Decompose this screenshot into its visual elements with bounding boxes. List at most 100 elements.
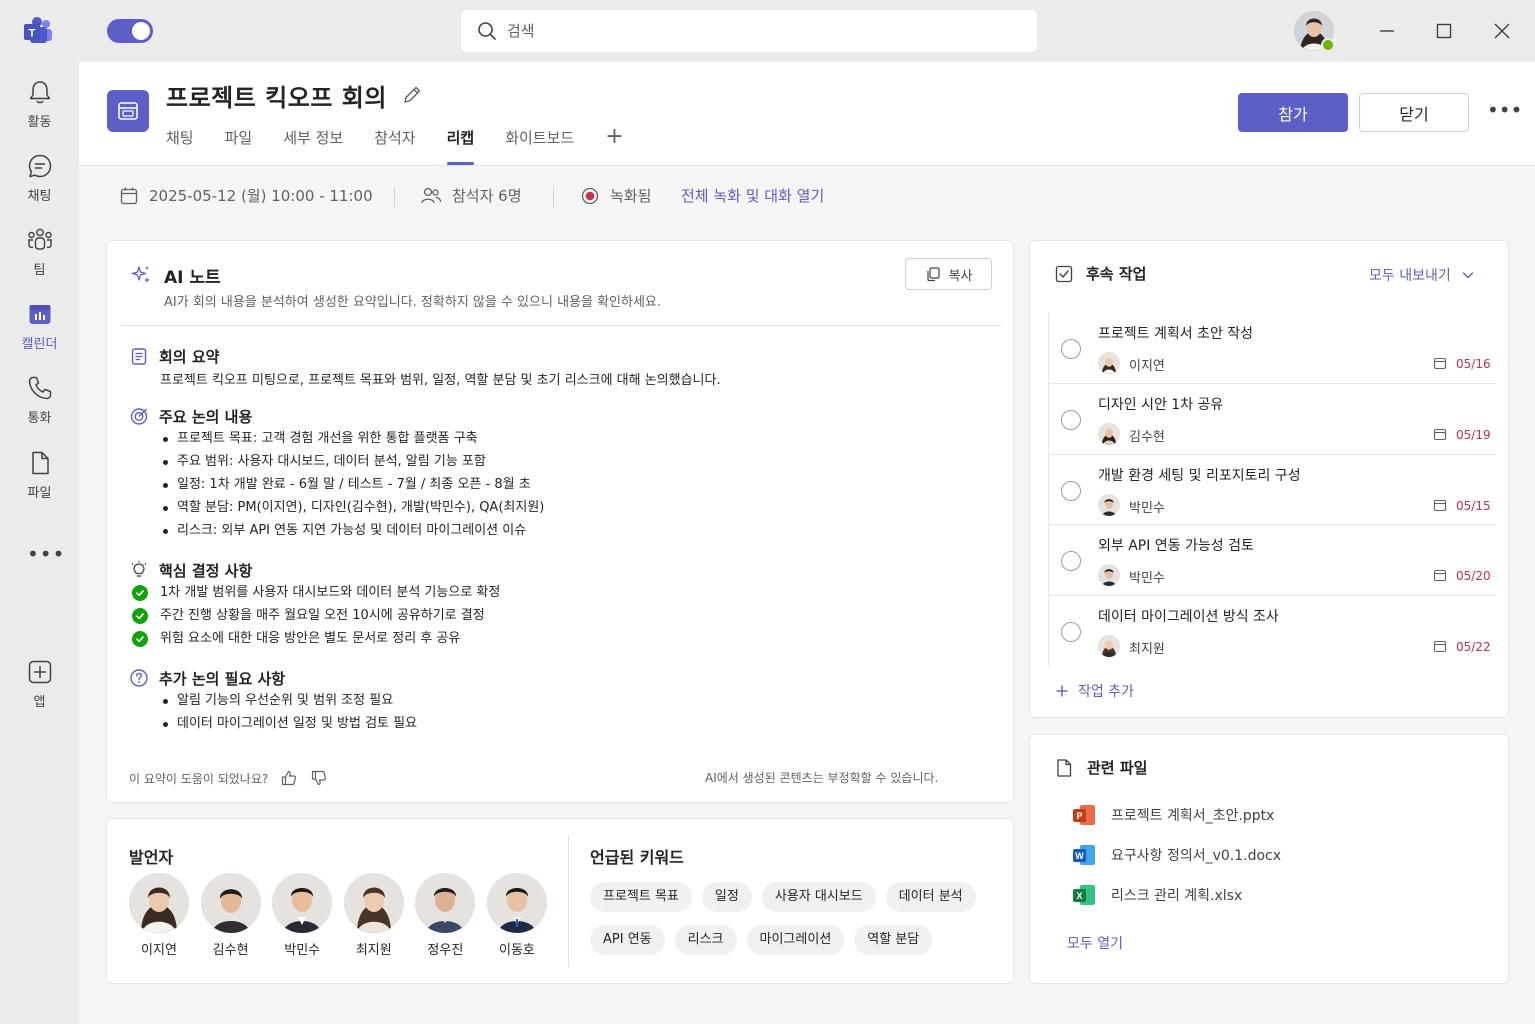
rail-item-teams[interactable]: 팀 (0, 226, 79, 290)
due-date-icon (1433, 639, 1447, 653)
open-all-link[interactable]: 모두 열기 (1067, 933, 1123, 953)
speaker-item[interactable]: 이동호 (486, 873, 547, 958)
speaker-item[interactable]: 이지연 (129, 873, 189, 958)
rail-label: 활동 (27, 115, 52, 130)
rail-label: 파일 (27, 486, 52, 501)
chevron-down-icon (1462, 272, 1473, 279)
svg-text:X: X (1076, 891, 1082, 901)
copy-icon (926, 267, 940, 282)
thumbs-up-icon[interactable] (280, 769, 298, 787)
minimize-icon[interactable] (1375, 19, 1399, 43)
speaker-item[interactable]: 최지원 (343, 873, 404, 958)
followup-list: 알림 기능의 우선순위 및 범위 조정 필요 데이터 마이그레이션 일정 및 방… (160, 689, 417, 735)
list-item: 일정: 1차 개발 완료 - 6월 말 / 테스트 - 7월 / 최종 오픈 -… (160, 473, 544, 496)
copy-button[interactable]: 복사 (905, 258, 992, 290)
keyword-chip[interactable]: 데이터 분석 (885, 882, 976, 912)
file-item[interactable]: X 리스크 관리 계획.xlsx (1072, 884, 1242, 906)
list-item: 주요 범위: 사용자 대시보드, 데이터 분석, 알림 기능 포함 (160, 450, 544, 473)
task-complete-checkbox[interactable] (1061, 409, 1081, 430)
file-item[interactable]: W 요구사항 정의서_v0.1.docx (1072, 844, 1281, 866)
lightbulb-icon (131, 560, 147, 577)
speaker-item[interactable]: 박민수 (272, 873, 333, 958)
follow-up-tasks-card: 후속 작업 모두 내보내기 프로젝트 계획서 초안 작성 이지연 05/16 디… (1029, 240, 1509, 718)
maximize-icon[interactable] (1432, 19, 1456, 43)
tab-recap[interactable]: 리캡 (446, 126, 474, 166)
avatar (343, 873, 404, 933)
keyword-chip[interactable]: 리스크 (674, 925, 737, 955)
meeting-header: 프로젝트 킥오프 회의 채팅 파일 세부 정보 참석자 리캡 화이트보드 + 참… (79, 62, 1535, 166)
add-task-button[interactable]: 작업 추가 (1055, 681, 1134, 701)
main-content: 프로젝트 킥오프 회의 채팅 파일 세부 정보 참석자 리캡 화이트보드 + 참… (79, 62, 1535, 1024)
task-item[interactable]: 디자인 시안 1차 공유 김수현 05/19 (1049, 384, 1496, 455)
rail-item-calls[interactable]: 통화 (0, 374, 79, 438)
task-item[interactable]: 데이터 마이그레이션 방식 조사 최지원 05/22 (1049, 596, 1496, 667)
task-complete-checkbox[interactable] (1061, 339, 1081, 359)
decision-text: 1차 개발 범위를 사용자 대시보드와 데이터 분석 기능으로 확정 (160, 585, 501, 600)
search-box[interactable] (461, 10, 1037, 52)
avatar (1098, 352, 1120, 374)
add-tab-icon[interactable]: + (605, 126, 623, 166)
rail-item-activity[interactable]: 활동 (0, 78, 79, 142)
close-window-icon[interactable] (1490, 19, 1514, 43)
search-input[interactable] (507, 18, 1007, 44)
keyword-chip[interactable]: 사용자 대시보드 (761, 882, 876, 912)
speaker-name: 이동호 (499, 943, 535, 958)
theme-toggle[interactable] (107, 19, 153, 43)
more-options-icon[interactable]: ••• (1487, 98, 1522, 122)
list-item: 역할 분담: PM(이지연), 디자인(김수현), 개발(박민수), QA(최지… (160, 496, 544, 519)
task-complete-checkbox[interactable] (1061, 622, 1081, 643)
task-due-date: 05/19 (1456, 427, 1491, 442)
tab-attendees[interactable]: 참석자 (374, 126, 415, 166)
ai-notes-subtitle: AI가 회의 내용을 분석하여 생성한 요약입니다. 정확하지 않을 수 있으니… (164, 295, 662, 310)
feedback-row: 이 요약이 도움이 되었나요? (129, 769, 328, 787)
tab-chat[interactable]: 채팅 (166, 126, 194, 166)
meeting-tabs: 채팅 파일 세부 정보 참석자 리캡 화이트보드 + (166, 126, 655, 166)
check-circle-icon (132, 607, 148, 624)
rail-item-files[interactable]: 파일 (0, 449, 79, 513)
join-button[interactable]: 참가 (1238, 93, 1348, 132)
rail-item-chat[interactable]: 채팅 (0, 152, 79, 216)
file-item[interactable]: P 프로젝트 계획서_초안.pptx (1072, 804, 1274, 826)
open-recording-link[interactable]: 전체 녹화 및 대화 열기 (681, 185, 824, 206)
decisions-list: 1차 개발 범위를 사용자 대시보드와 데이터 분석 기능으로 확정 주간 진행… (132, 581, 500, 650)
keyword-chip[interactable]: 마이그레이션 (746, 925, 845, 955)
task-item[interactable]: 외부 API 연동 가능성 검토 박민수 05/20 (1049, 525, 1496, 597)
tab-files[interactable]: 파일 (225, 126, 253, 166)
list-item: 리스크: 외부 API 연동 지연 가능성 및 데이터 마이그레이션 이슈 (160, 519, 544, 542)
keyword-chip[interactable]: 프로젝트 목표 (590, 882, 692, 912)
keyword-chip[interactable]: 역할 분담 (854, 925, 933, 955)
speaker-item[interactable]: 김수현 (200, 873, 261, 958)
thumbs-down-icon[interactable] (310, 769, 328, 787)
rail-more-icon[interactable]: ••• (27, 542, 65, 566)
task-complete-checkbox[interactable] (1061, 480, 1081, 501)
keyword-chip[interactable]: 일정 (701, 882, 752, 912)
task-name: 외부 API 연동 가능성 검토 (1098, 538, 1254, 555)
teams-logo-icon: T (22, 16, 54, 46)
task-item[interactable]: 프로젝트 계획서 초안 작성 이지연 05/16 (1049, 313, 1496, 384)
tab-whiteboard[interactable]: 화이트보드 (505, 126, 574, 166)
rail-item-calendar[interactable]: 캘린더 (0, 300, 79, 364)
tasks-title: 후속 작업 (1086, 265, 1147, 283)
question-circle-icon (130, 669, 148, 687)
keyword-chip[interactable]: API 연동 (590, 925, 665, 955)
export-all-button[interactable]: 모두 내보내기 (1369, 265, 1475, 285)
list-item: 프로젝트 목표: 고객 경험 개선을 위한 통합 플랫폼 구축 (160, 427, 544, 450)
pencil-edit-icon[interactable] (401, 84, 423, 106)
decision-text: 주간 진행 상황을 매주 월요일 오전 10시에 공유하기로 결정 (160, 608, 485, 623)
recorded-text: 녹화됨 (610, 187, 652, 205)
task-name: 데이터 마이그레이션 방식 조사 (1098, 609, 1279, 626)
close-button[interactable]: 닫기 (1359, 93, 1469, 132)
task-item[interactable]: 개발 환경 세팅 및 리포지토리 구성 박민수 05/15 (1049, 455, 1496, 526)
record-icon (581, 187, 599, 204)
tab-details[interactable]: 세부 정보 (283, 126, 343, 166)
attendee-count[interactable]: 참석자 6명 (420, 185, 522, 206)
rail-label: 캘린더 (21, 337, 58, 352)
discussion-section: 주요 논의 내용 프로젝트 목표: 고객 경험 개선을 위한 통합 플랫폼 구축… (129, 405, 544, 542)
followup-section: 추가 논의 필요 사항 알림 기능의 우선순위 및 범위 조정 필요 데이터 마… (129, 667, 417, 735)
task-list: 프로젝트 계획서 초안 작성 이지연 05/16 디자인 시안 1차 공유 김수… (1048, 313, 1496, 667)
task-complete-checkbox[interactable] (1061, 551, 1081, 572)
rail-label: 통화 (27, 411, 52, 426)
task-owner: 김수현 (1129, 429, 1165, 445)
rail-item-apps[interactable]: 앱 (0, 658, 79, 722)
speaker-item[interactable]: 정우진 (415, 873, 476, 958)
